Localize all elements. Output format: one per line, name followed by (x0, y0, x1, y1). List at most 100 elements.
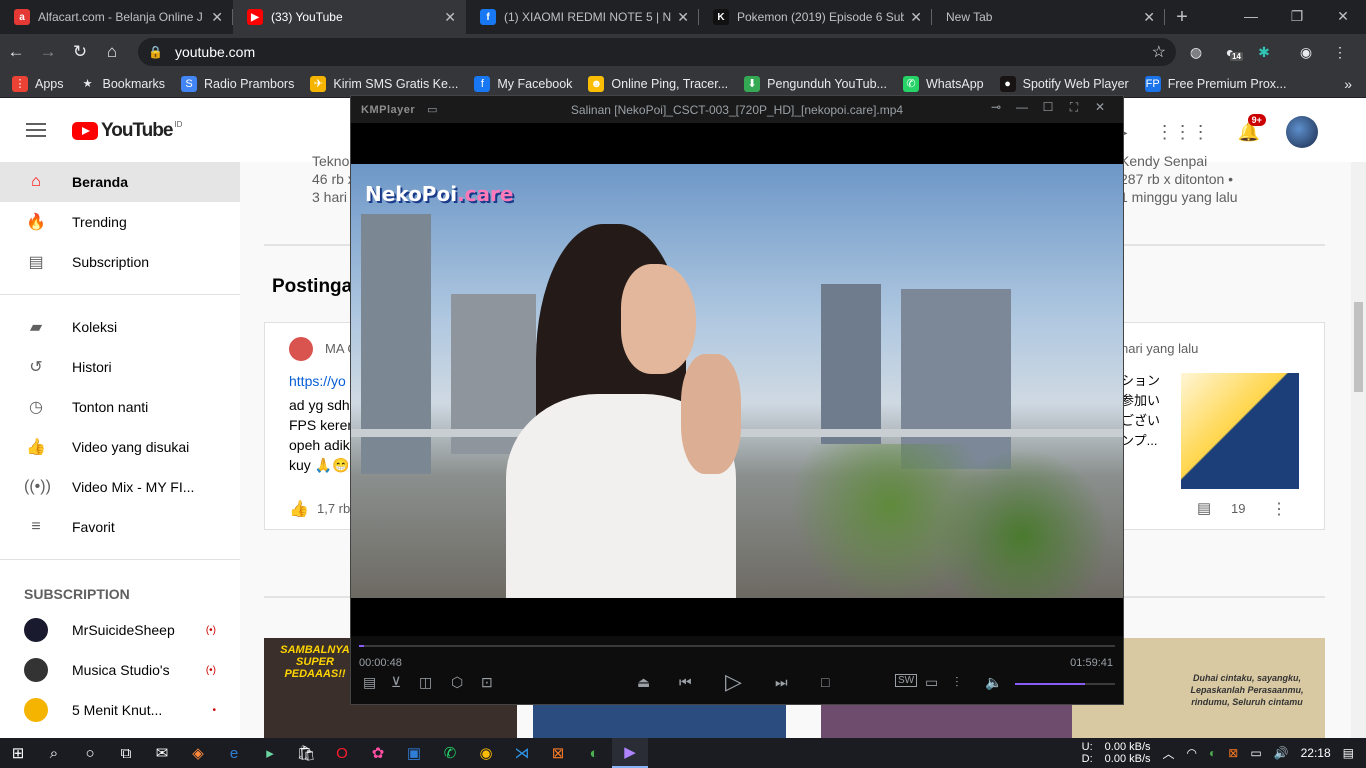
speed-icon[interactable]: SW (895, 674, 918, 687)
pin-icon[interactable]: ⊸ (983, 100, 1009, 115)
subtitle-icon[interactable]: ▭ (925, 674, 938, 691)
community-post-card-2[interactable]: hari yang lalu ション 参加い ござい ンプ... ▤ 19 ⋮ (1120, 322, 1325, 530)
adblock-extension-icon[interactable]: ●14 (1216, 38, 1244, 66)
minimize-icon[interactable]: — (1009, 100, 1035, 115)
cortana-icon[interactable]: ○ (72, 738, 108, 768)
sidebar-item[interactable]: ◷ Tonton nanti (0, 387, 240, 427)
sidebar-item[interactable]: ▰ Koleksi (0, 307, 240, 347)
more-bookmarks-icon[interactable]: » (1344, 76, 1352, 92)
close-window-icon[interactable]: ✕ (1320, 0, 1366, 32)
hamburger-menu-icon[interactable] (26, 123, 46, 141)
sidebar-item[interactable]: ≡ Favorit (0, 507, 240, 547)
search-icon[interactable]: ⌕ (36, 738, 72, 768)
terminal-icon[interactable]: ▸ (252, 738, 288, 768)
reload-icon[interactable]: ↻ (64, 36, 96, 68)
post-menu-icon[interactable]: ⋮ (1271, 499, 1287, 519)
store-icon[interactable]: 🛍 (288, 738, 324, 768)
action-center-icon[interactable]: ▤ (1343, 746, 1354, 760)
like-icon[interactable]: 👍 (289, 499, 309, 519)
close-tab-icon[interactable]: ✕ (677, 9, 689, 26)
youtube-logo[interactable]: YouTube ID (72, 120, 182, 142)
community-post-card[interactable]: MA C https://yo ad yg sdh FPS keren opeh a… (264, 322, 364, 530)
seek-bar[interactable] (359, 645, 1115, 647)
maximize-icon[interactable]: ☐ (1035, 100, 1061, 115)
equalizer-icon[interactable]: ⫶ (955, 674, 959, 691)
bookmark-item[interactable]: FP Free Premium Prox... (1144, 75, 1286, 92)
bookmark-item[interactable]: ✆ WhatsApp (902, 75, 984, 92)
browser-tab[interactable]: a Alfacart.com - Belanja Online J ✕ (0, 0, 233, 34)
bookmark-item[interactable]: ● Spotify Web Player (999, 75, 1129, 92)
post-link[interactable]: https://yo (289, 373, 346, 389)
speaker-icon[interactable]: 🔊 (1274, 746, 1289, 760)
bookmark-item[interactable]: ⋮ Apps (12, 75, 64, 92)
forward-icon[interactable]: → (32, 36, 64, 68)
chrome-icon[interactable]: ◉ (468, 738, 504, 768)
bookmark-item[interactable]: ⬇ Pengunduh YouTub... (744, 75, 887, 92)
bookmark-item[interactable]: ✈ Kirim SMS Gratis Ke... (310, 75, 458, 92)
edge-icon[interactable]: e (216, 738, 252, 768)
page-scrollbar[interactable] (1351, 162, 1366, 738)
account-avatar[interactable] (1286, 116, 1318, 148)
gear-extension-icon[interactable]: ✱ (1250, 38, 1278, 66)
address-bar[interactable]: 🔒 youtube.com ☆ (138, 38, 1176, 66)
previous-icon[interactable]: ⏮ (679, 674, 692, 691)
sidebar-item[interactable]: 👍 Video yang disukai (0, 427, 240, 467)
sidebar-item[interactable]: ⌂ Beranda (0, 162, 240, 202)
sidebar-item[interactable]: 🔥 Trending (0, 202, 240, 242)
stop-icon[interactable]: □ (821, 674, 829, 690)
bookmark-item[interactable]: f My Facebook (474, 75, 572, 92)
kmplayer-titlebar[interactable]: KMPlayer ▭ Salinan [NekoPoi]_CSCT-003_[7… (351, 96, 1123, 123)
volume-icon[interactable]: 🔈 (985, 674, 1002, 691)
xampp-icon[interactable]: ⊠ (540, 738, 576, 768)
kmplayer-taskbar-icon[interactable]: ▶ (612, 738, 648, 768)
fullscreen-icon[interactable]: ⛶ (1061, 100, 1087, 115)
whatsapp-icon[interactable]: ✆ (432, 738, 468, 768)
opera-icon[interactable]: O (324, 738, 360, 768)
subscription-item[interactable]: MrSuicideSheep (•) (0, 610, 240, 650)
bookmark-star-icon[interactable]: ☆ (1152, 42, 1166, 62)
clock[interactable]: 22:18 (1301, 746, 1331, 760)
browser-tab[interactable]: ▶ (33) YouTube ✕ (233, 0, 466, 34)
close-tab-icon[interactable]: ✕ (211, 9, 223, 26)
globe-extension-icon[interactable]: ◍ (1182, 38, 1210, 66)
3d-icon[interactable]: ⬡ (451, 674, 463, 691)
sidebar-item[interactable]: ↺ Histori (0, 347, 240, 387)
post-image[interactable] (1181, 373, 1299, 489)
sidebar-item[interactable]: ▤ Subscription (0, 242, 240, 282)
restore-icon[interactable]: ❐ (1274, 0, 1320, 32)
notifications-bell-icon[interactable]: 🔔 9+ (1238, 113, 1266, 143)
browser-tab[interactable]: K Pokemon (2019) Episode 6 Sub ✕ (699, 0, 932, 34)
app-pink-icon[interactable]: ✿ (360, 738, 396, 768)
apps-grid-icon[interactable]: ⋮⋮⋮ (1156, 122, 1210, 143)
app-orange-icon[interactable]: ◈ (180, 738, 216, 768)
play-icon[interactable]: ▷ (725, 669, 742, 695)
bookmark-item[interactable]: S Radio Prambors (181, 75, 294, 92)
open-file-icon[interactable]: ⊻ (391, 674, 401, 691)
wifi-icon[interactable]: ◠ (1187, 746, 1197, 760)
eject-icon[interactable]: ⏏ (637, 674, 650, 691)
tray-xampp-icon[interactable]: ⊠ (1228, 746, 1238, 760)
new-tab-icon[interactable]: + (1165, 0, 1199, 34)
vr-icon[interactable]: ◫ (419, 674, 432, 691)
app-green-icon[interactable]: ◐ (576, 738, 612, 768)
video-frame[interactable]: NekoPoi.care (351, 164, 1123, 598)
task-view-icon[interactable]: ⧉ (108, 738, 144, 768)
home-icon[interactable]: ⌂ (96, 36, 128, 68)
back-icon[interactable]: ← (0, 36, 32, 68)
subscription-item[interactable]: 5 Menit Knut... • (0, 690, 240, 730)
windows-start-icon[interactable]: ⊞ (0, 738, 36, 768)
bookmark-item[interactable]: ☻ Online Ping, Tracer... (588, 75, 728, 92)
sidebar-item[interactable]: ((•)) Video Mix - MY FI... (0, 467, 240, 507)
tray-chevron-icon[interactable]: ︿ (1163, 745, 1175, 762)
bookmark-item[interactable]: ★ Bookmarks (80, 76, 165, 92)
post-author-avatar[interactable] (289, 337, 313, 361)
vscode-icon[interactable]: ⋊ (504, 738, 540, 768)
close-tab-icon[interactable]: ✕ (1143, 9, 1155, 26)
close-tab-icon[interactable]: ✕ (444, 9, 456, 26)
browser-tab[interactable]: New Tab ✕ (932, 0, 1165, 34)
mail-icon[interactable]: ✉ (144, 738, 180, 768)
tray-app-icon[interactable]: ◐ (1209, 746, 1216, 760)
menu-icon[interactable]: ⋮ (1326, 38, 1354, 66)
kmplayer-window[interactable]: KMPlayer ▭ Salinan [NekoPoi]_CSCT-003_[7… (350, 95, 1124, 705)
playlist-icon[interactable]: ▤ (363, 674, 376, 691)
